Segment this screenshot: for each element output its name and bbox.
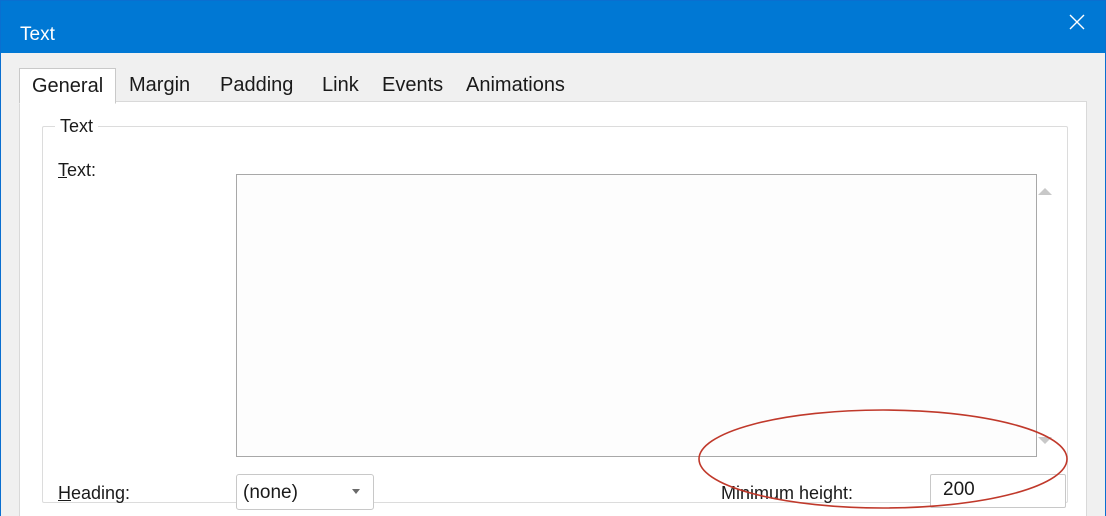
heading-label: Heading: <box>58 482 130 504</box>
tab-events[interactable]: Events <box>382 68 443 102</box>
text-dialog: Text General Margin Padding Link Events … <box>0 0 1106 516</box>
text-label-mnemonic: T <box>58 160 67 180</box>
tab-link[interactable]: Link <box>322 68 359 102</box>
title-bar: Text <box>1 1 1105 53</box>
tab-margin[interactable]: Margin <box>129 68 190 102</box>
minimum-height-input[interactable]: 200 <box>930 474 1066 508</box>
heading-dropdown-value: (none) <box>243 482 298 503</box>
heading-dropdown[interactable]: (none) <box>236 474 374 510</box>
scroll-down-arrow-icon[interactable] <box>1034 429 1056 451</box>
text-label-rest: ext: <box>67 160 97 180</box>
scroll-up-arrow-icon[interactable] <box>1034 181 1056 203</box>
close-button[interactable] <box>1045 1 1105 45</box>
minimum-height-value: 200 <box>943 479 975 500</box>
text-area[interactable] <box>236 174 1052 457</box>
text-group-legend: Text <box>55 114 99 138</box>
heading-label-rest: eading: <box>71 483 131 503</box>
chevron-down-icon <box>352 489 360 494</box>
tab-general[interactable]: General <box>19 68 117 104</box>
close-icon <box>1069 14 1085 30</box>
text-field-label: Text: <box>58 159 96 181</box>
tab-animations[interactable]: Animations <box>466 68 565 102</box>
dialog-body: General Margin Padding Link Events Anima… <box>1 53 1105 516</box>
tab-padding[interactable]: Padding <box>220 68 293 102</box>
dialog-title: Text <box>20 24 55 45</box>
minimum-height-label: Minimum height: <box>721 483 854 503</box>
heading-label-mnemonic: H <box>58 483 71 503</box>
general-tab-panel: Text: Heading: (none) Minimum height: 20… <box>19 101 1087 516</box>
text-groupbox: Text: Heading: (none) Minimum height: 20… <box>42 126 1068 510</box>
